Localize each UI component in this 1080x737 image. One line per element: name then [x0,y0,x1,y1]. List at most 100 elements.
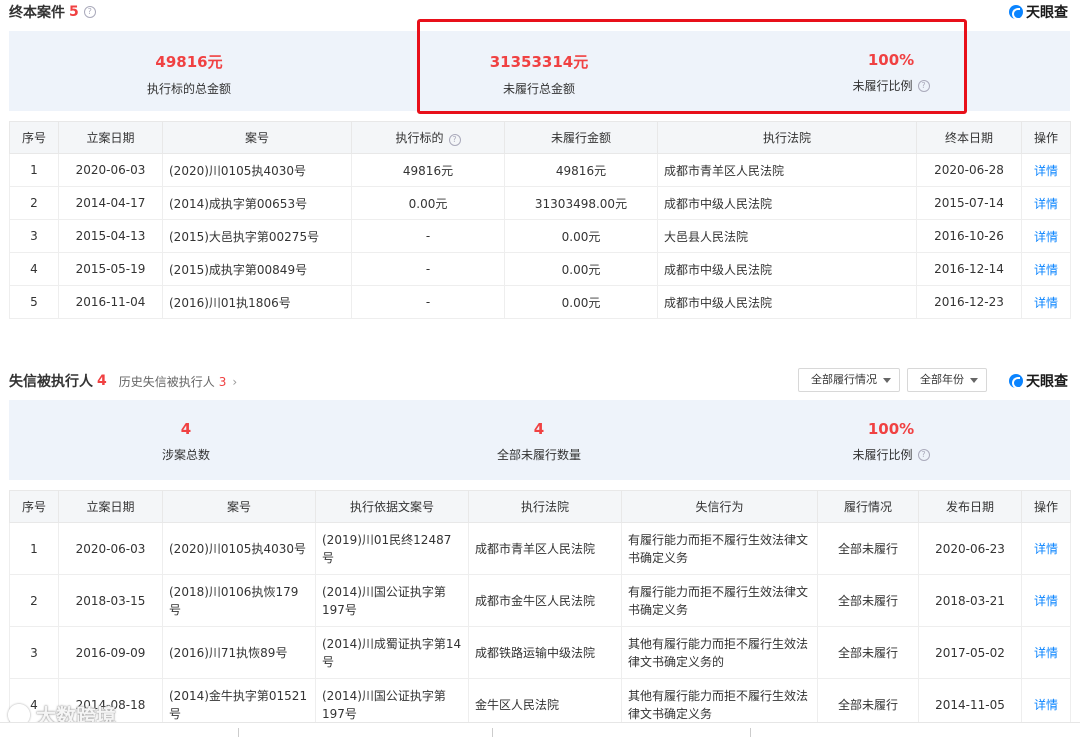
stat-label: 未履行比例 [852,448,913,462]
cell-unpaid: 0.00元 [504,252,658,286]
cell-target: - [351,285,505,319]
cell-case: (2015)成执字第00849号 [162,252,352,286]
cell-action: 详情 [1021,285,1071,319]
cell-court: 成都市中级人民法院 [657,285,917,319]
help-icon[interactable]: ? [83,6,96,18]
chevron-right-icon: › [232,374,238,389]
cell-behavior: 有履行能力而拒不履行生效法律文书确定义务 [621,522,818,575]
col-header: 发布日期 [918,490,1022,523]
table-row: 3 2016-09-09 (2016)川71执恢89号 (2014)川成蜀证执字第14… [9,626,1071,679]
brand-logo: 天眼查 [1009,371,1068,391]
cell-status: 全部未履行 [817,522,919,575]
cell-action: 详情 [1021,574,1071,627]
cell-basis: (2014)川成蜀证执字第14号 [315,626,469,679]
section-title-text: 失信被执行人 [9,374,93,390]
col-header: 失信行为 [621,490,818,523]
cell-action: 详情 [1021,626,1071,679]
tianyancha-logo-icon [1009,5,1023,20]
cell-date: 2015-04-13 [58,219,163,253]
help-icon[interactable]: ? [917,448,930,461]
brand-logo: 天眼查 [1009,2,1068,22]
cell-no: 2 [9,574,59,627]
cell-unpaid: 0.00元 [504,219,658,253]
cell-unpaid: 31303498.00元 [504,186,658,220]
cell-date: 2018-03-15 [58,574,163,627]
cell-end: 2016-12-14 [916,252,1022,286]
cell-end: 2020-06-28 [916,153,1022,187]
table-row: 3 2015-04-13 (2015)大邑执字第00275号 -0.00元 大邑县人民法… [9,219,1071,253]
cell-status: 全部未履行 [817,626,919,679]
cell-action: 详情 [1021,252,1071,286]
details-link[interactable]: 详情 [1034,197,1058,211]
cell-pub: 2018-03-21 [918,574,1022,627]
cell-pub: 2020-06-23 [918,522,1022,575]
table-row: 1 2020-06-03 (2020)川0105执4030号 (2019)川01民终1… [9,522,1071,575]
status-filter-dropdown[interactable]: 全部履行情况 [798,368,900,392]
cell-case: (2016)川01执1806号 [162,285,352,319]
cell-target: - [351,219,505,253]
col-header: 立案日期 [58,121,163,154]
table-header-row: 序号 立案日期 案号 执行标的? 未履行金额 执行法院 终本日期 操作 [9,121,1071,154]
section-title-text: 终本案件 [9,5,65,21]
cell-target: 0.00元 [351,186,505,220]
cell-end: 2016-10-26 [916,219,1022,253]
details-link[interactable]: 详情 [1034,698,1058,712]
details-link[interactable]: 详情 [1034,646,1058,660]
details-link[interactable]: 详情 [1034,164,1058,178]
col-header-target: 执行标的? [351,121,505,154]
cell-case: (2020)川0105执4030号 [162,153,352,187]
cell-action: 详情 [1021,186,1071,220]
cell-case: (2015)大邑执字第00275号 [162,219,352,253]
cell-no: 5 [9,285,59,319]
col-header: 操作 [1021,121,1071,154]
details-link[interactable]: 详情 [1034,296,1058,310]
stat-label: 全部未履行数量 [496,448,581,462]
stat-unfulfilled-count: 4 全部未履行数量 [479,420,599,463]
col-header: 操作 [1021,490,1071,523]
divider [750,728,751,737]
col-header-label: 执行标的 [395,131,444,145]
cell-case: (2016)川71执恢89号 [162,626,316,679]
cell-court: 成都铁路运输中级法院 [468,626,622,679]
cell-date: 2016-11-04 [58,285,163,319]
section-count: 5 [69,4,79,20]
cell-date: 2020-06-03 [58,522,163,575]
cell-no: 1 [9,522,59,575]
col-header: 执行法院 [468,490,622,523]
cell-no: 1 [9,153,59,187]
details-link[interactable]: 详情 [1034,263,1058,277]
table-row: 2 2014-04-17 (2014)成执字第00653号 0.00元 31303498… [9,186,1071,220]
stat-value: 4 [533,420,545,438]
details-link[interactable]: 详情 [1034,594,1058,608]
col-header: 案号 [162,490,316,523]
table-row: 4 2015-05-19 (2015)成执字第00849号 -0.00元 成都市中级人民… [9,252,1071,286]
cell-target: - [351,252,505,286]
year-filter-dropdown[interactable]: 全部年份 [907,368,987,392]
col-header: 执行法院 [657,121,917,154]
help-icon[interactable]: ? [448,134,461,146]
cell-action: 详情 [1021,153,1071,187]
final-cases-table: 序号 立案日期 案号 执行标的? 未履行金额 执行法院 终本日期 操作 1 202… [9,121,1071,319]
cell-case: (2020)川0105执4030号 [162,522,316,575]
cell-case: (2014)成执字第00653号 [162,186,352,220]
cell-court: 成都市中级人民法院 [657,252,917,286]
divider [238,728,239,737]
summary-panel-dishonest: 4 涉案总数 4 全部未履行数量 100% 未履行比例 ? [9,400,1070,480]
details-link[interactable]: 详情 [1034,230,1058,244]
section-title-dishonest: 失信被执行人 4 历史失信被执行人 3 › [9,371,237,391]
cell-end: 2016-12-23 [916,285,1022,319]
details-link[interactable]: 详情 [1034,542,1058,556]
cell-behavior: 有履行能力而拒不履行生效法律文书确定义务 [621,574,818,627]
cell-date: 2014-04-17 [58,186,163,220]
col-header: 立案日期 [58,490,163,523]
brand-name: 天眼查 [1026,5,1068,21]
cell-target: 49816元 [351,153,505,187]
history-dishonest-link[interactable]: 历史失信被执行人 3 › [119,373,237,390]
col-header: 案号 [162,121,352,154]
table-row: 2 2018-03-15 (2018)川0106执恢179号 (2014)川国公证执字… [9,574,1071,627]
cell-no: 3 [9,626,59,679]
cell-basis: (2014)川国公证执字第197号 [315,574,469,627]
cell-no: 4 [9,252,59,286]
tianyancha-logo-icon [1009,374,1023,389]
cell-no: 2 [9,186,59,220]
